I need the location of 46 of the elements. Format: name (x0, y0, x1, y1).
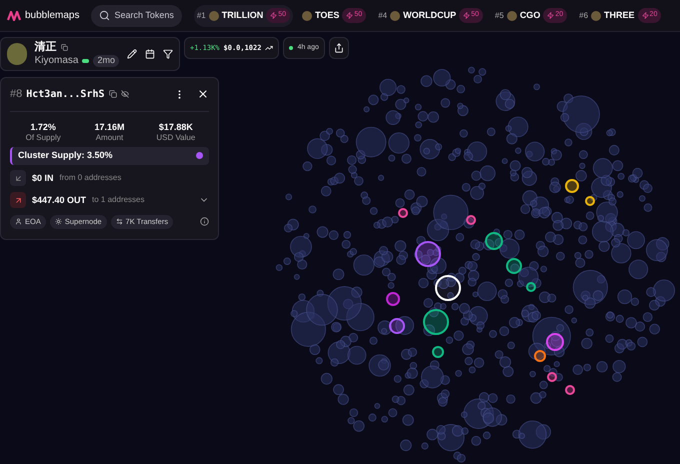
cluster-supply-label: Cluster Supply: 3.50% (18, 149, 113, 162)
share-button[interactable] (328, 37, 349, 59)
swap-icon (116, 218, 123, 226)
age-badge: 2mo (93, 55, 119, 66)
user-icon (15, 218, 22, 226)
hide-icon[interactable] (120, 90, 129, 98)
info-icon[interactable] (200, 217, 209, 226)
copy-icon[interactable] (60, 44, 68, 52)
flow-detail: to 1 addresses (92, 194, 145, 206)
calendar-icon[interactable] (145, 49, 155, 59)
token-name: 清正 (34, 40, 57, 55)
close-icon[interactable] (197, 88, 209, 100)
token-logo-icon (591, 10, 602, 20)
stat-value: 1.72% (30, 122, 56, 133)
share-icon (334, 43, 344, 53)
flow-amount: $0 IN (32, 172, 54, 184)
copy-icon[interactable] (108, 90, 117, 98)
stat-label: Of Supply (26, 132, 61, 143)
wallet-address: Hct3an...SrhS (26, 88, 105, 102)
chart-icon (265, 44, 274, 52)
edit-icon[interactable] (127, 49, 137, 59)
stat-label: USD Value (156, 132, 196, 143)
token-logo-icon (302, 10, 312, 20)
flow-amount: $447.40 OUT (32, 194, 86, 206)
stat-label: Amount (96, 132, 124, 143)
search-field[interactable]: Search Tokens (91, 4, 182, 26)
token-symbol: Kiyomasa (34, 54, 78, 68)
pill-icon (82, 58, 90, 63)
flow-detail: from 0 addresses (60, 172, 122, 184)
bolt-icon (346, 12, 354, 19)
stat-value: 17.16M (94, 122, 124, 133)
wallet-rank: #8 (10, 87, 22, 102)
token-logo-icon (506, 10, 517, 20)
token-logo-icon (208, 10, 219, 20)
stat-value: $17.88K (158, 122, 193, 133)
bolt-icon (547, 12, 554, 19)
bolt-icon (270, 12, 278, 19)
bolt-icon (463, 12, 470, 19)
brand-name: bubblemaps (25, 9, 80, 23)
sun-icon (54, 218, 62, 226)
bolt-icon (642, 12, 649, 19)
token-avatar (7, 43, 27, 65)
filter-icon[interactable] (163, 49, 173, 59)
token-logo-icon (390, 10, 400, 20)
search-icon (99, 10, 110, 21)
logo-icon (7, 10, 21, 20)
